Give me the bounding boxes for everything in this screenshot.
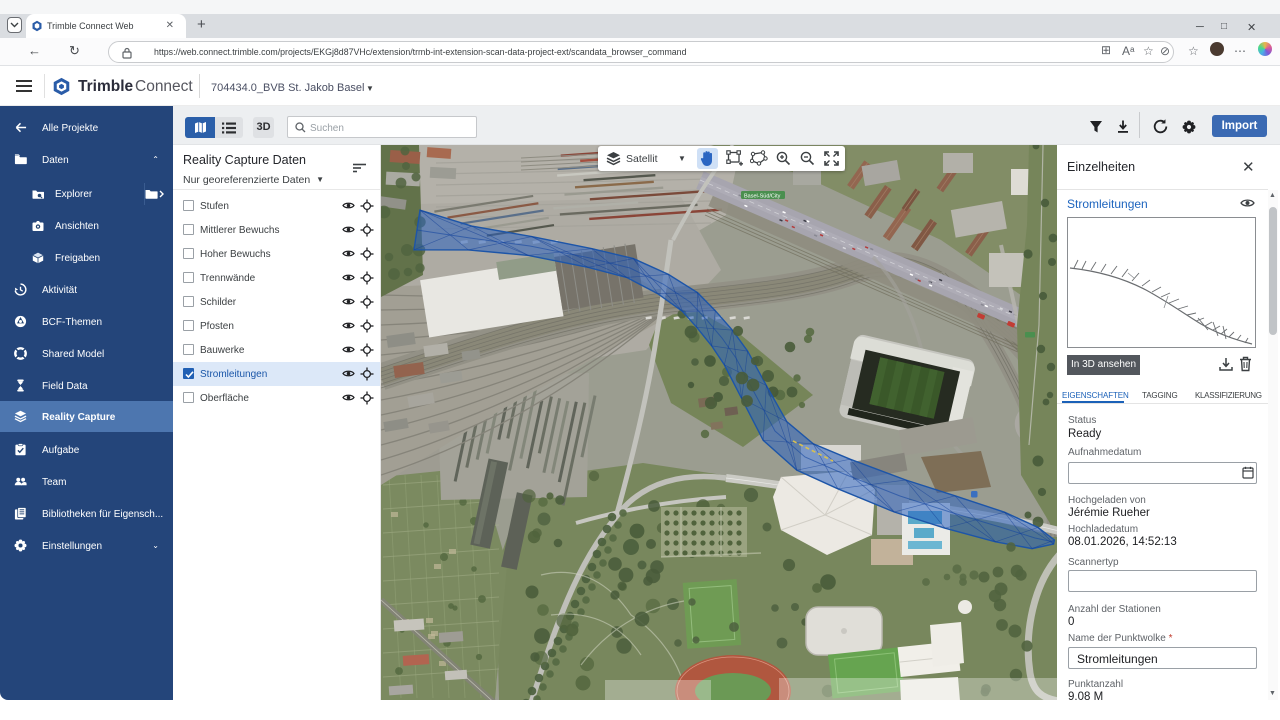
svg-text:Basel-Süd/City: Basel-Süd/City — [744, 194, 781, 200]
